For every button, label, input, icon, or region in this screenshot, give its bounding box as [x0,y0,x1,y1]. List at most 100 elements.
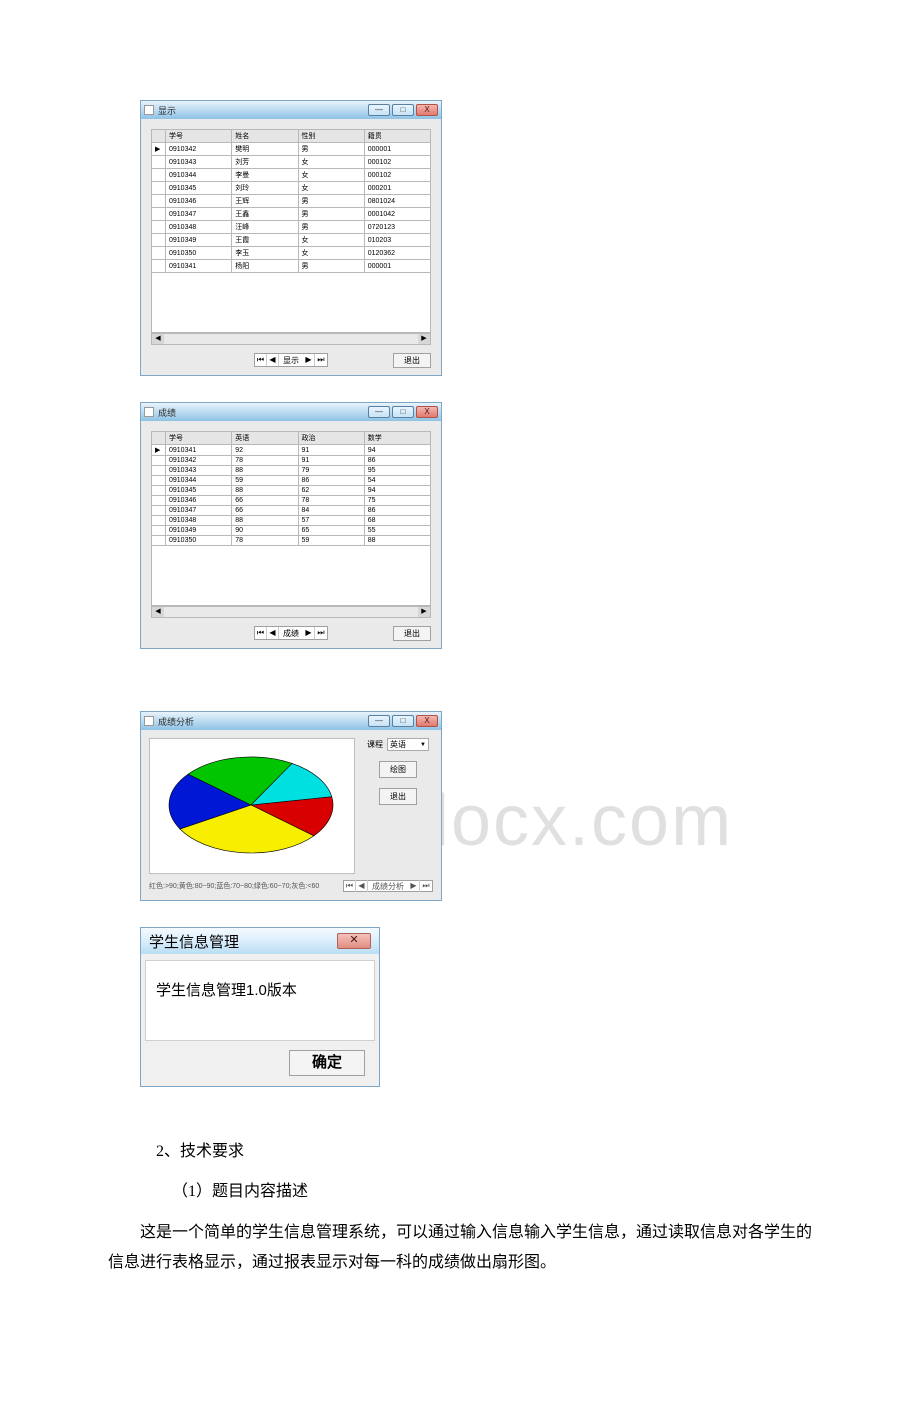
paragraph: 这是一个简单的学生信息管理系统，可以通过输入信息输入学生信息，通过读取信息对各学… [108,1218,820,1279]
scroll-left-icon[interactable]: ◀ [152,334,164,344]
cell: 樊明 [232,143,298,156]
close-button[interactable]: ✕ [337,933,371,949]
table-row[interactable]: 0910344李曼女000102 [152,169,431,182]
cell: 0910349 [166,526,232,536]
cell: 0910344 [166,476,232,486]
ok-button[interactable]: 确定 [289,1050,365,1076]
scroll-left-icon[interactable]: ◀ [152,607,164,617]
scroll-right-icon[interactable]: ▶ [418,334,430,344]
cell: 79 [298,466,364,476]
cell: 94 [364,445,430,456]
pie-chart [156,745,346,865]
exit-button[interactable]: 退出 [379,788,417,805]
nav-label: 显示 [279,355,303,366]
cell: 李玉 [232,247,298,260]
cell: 65 [298,526,364,536]
table-row[interactable]: 0910345刘玲女000201 [152,182,431,195]
col-header: 英语 [232,432,298,445]
maximize-button[interactable]: □ [392,406,414,418]
cell: 0910341 [166,445,232,456]
cell: 55 [364,526,430,536]
chart-area [149,738,355,874]
cell: 66 [232,506,298,516]
table-row[interactable]: 0910347668486 [152,506,431,516]
maximize-button[interactable]: □ [392,104,414,116]
table-row[interactable]: 0910346王辉男0801024 [152,195,431,208]
scroll-right-icon[interactable]: ▶ [418,607,430,617]
cell: 女 [298,247,364,260]
legend-text: 红色:>90;黄色:80~90;蓝色:70~80;绿色:60~70;灰色:<60 [149,881,319,891]
table-row[interactable]: 0910346667875 [152,496,431,506]
nav-prev-icon[interactable]: ◀ [267,627,279,639]
nav-last-icon[interactable]: ⏭ [315,354,327,366]
nav-label: 成绩分析 [368,881,408,892]
cell: 王鑫 [232,208,298,221]
cell: 68 [364,516,430,526]
course-select[interactable]: 英语 ▼ [387,738,429,751]
record-navigator: ⏮ ◀ 成绩 ▶ ⏭ [254,626,328,640]
cell: 88 [232,466,298,476]
cell: 李曼 [232,169,298,182]
nav-next-icon[interactable]: ▶ [303,354,315,366]
chevron-down-icon: ▼ [420,742,426,748]
maximize-button[interactable]: □ [392,715,414,727]
cell: 90 [232,526,298,536]
record-navigator: ⏮ ◀ 显示 ▶ ⏭ [254,353,328,367]
table-row[interactable]: 0910343887995 [152,466,431,476]
cell: 59 [298,536,364,546]
nav-prev-icon[interactable]: ◀ [356,880,368,892]
cell: 男 [298,208,364,221]
table-row[interactable]: 0910350785988 [152,536,431,546]
heading-line: 2、技术要求 [140,1137,820,1167]
table-row[interactable]: 0910344598654 [152,476,431,486]
cell: 86 [298,476,364,486]
minimize-button[interactable]: — [368,715,390,727]
nav-first-icon[interactable]: ⏮ [344,880,356,892]
cell: 0910341 [166,260,232,273]
cell: 刘芳 [232,156,298,169]
table-row[interactable]: 0910349王霞女010203 [152,234,431,247]
row-marker-icon: ▶ [152,445,166,456]
table-row[interactable]: 0910343刘芳女000102 [152,156,431,169]
cell: 000102 [364,169,430,182]
table-row[interactable]: 0910350李玉女0120362 [152,247,431,260]
grades-table: 学号 英语 政治 数学 ▶0910341929194 0910342789186… [151,431,431,546]
nav-prev-icon[interactable]: ◀ [267,354,279,366]
horizontal-scrollbar[interactable]: ◀ ▶ [151,333,431,345]
nav-last-icon[interactable]: ⏭ [420,880,432,892]
col-header: 性别 [298,130,364,143]
cell: 0910347 [166,208,232,221]
close-button[interactable]: X [416,715,438,727]
close-button[interactable]: X [416,406,438,418]
nav-first-icon[interactable]: ⏮ [255,354,267,366]
nav-first-icon[interactable]: ⏮ [255,627,267,639]
table-header-row: 学号 英语 政治 数学 [152,432,431,445]
table-row[interactable]: 0910349906555 [152,526,431,536]
dialog-titlebar: 学生信息管理 ✕ [141,928,379,954]
table-row[interactable]: 0910348汪峰男0720123 [152,221,431,234]
exit-button[interactable]: 退出 [393,626,431,641]
table-row[interactable]: 0910348885768 [152,516,431,526]
table-row[interactable]: 0910342789186 [152,456,431,466]
app-icon [144,716,154,726]
exit-button[interactable]: 退出 [393,353,431,368]
nav-next-icon[interactable]: ▶ [303,627,315,639]
cell: 王辉 [232,195,298,208]
horizontal-scrollbar[interactable]: ◀ ▶ [151,606,431,618]
grades-window: 成绩 — □ X 学号 英语 政治 数学 [140,402,442,649]
cell: 0910344 [166,169,232,182]
draw-button[interactable]: 绘图 [379,761,417,778]
nav-next-icon[interactable]: ▶ [408,880,420,892]
table-row[interactable]: 0910345886294 [152,486,431,496]
nav-last-icon[interactable]: ⏭ [315,627,327,639]
table-row[interactable]: 0910341杨阳男000001 [152,260,431,273]
minimize-button[interactable]: — [368,104,390,116]
close-button[interactable]: X [416,104,438,116]
nav-label: 成绩 [279,628,303,639]
minimize-button[interactable]: — [368,406,390,418]
table-row[interactable]: ▶0910342樊明男000001 [152,143,431,156]
table-row[interactable]: 0910347王鑫男0001042 [152,208,431,221]
table-row[interactable]: ▶0910341929194 [152,445,431,456]
cell: 女 [298,234,364,247]
cell: 84 [298,506,364,516]
